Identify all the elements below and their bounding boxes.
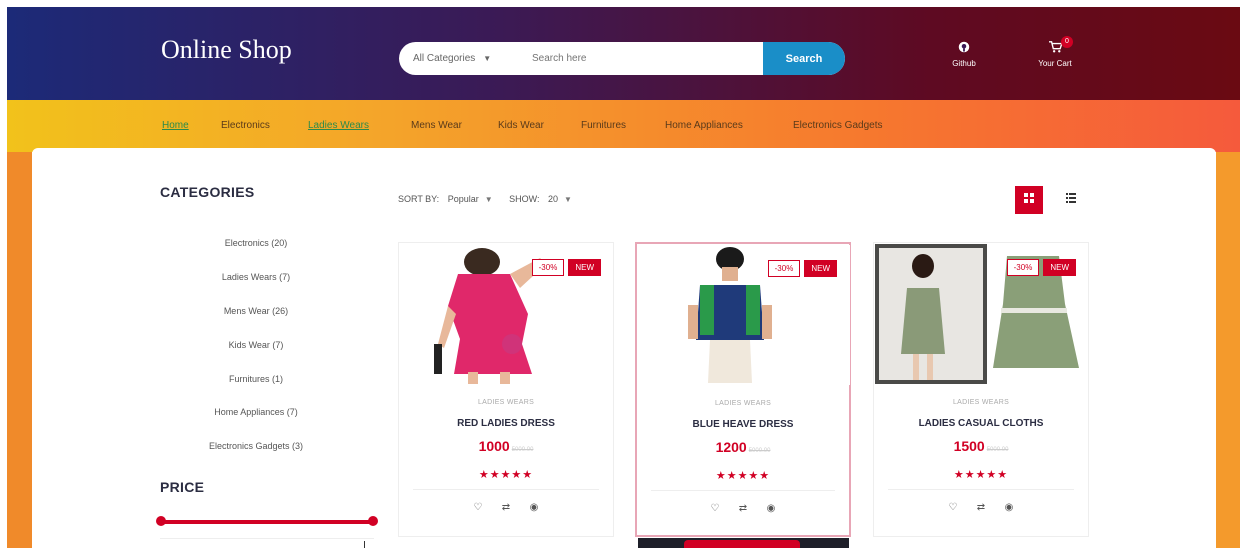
github-link[interactable]: Github [944, 41, 984, 68]
category-item[interactable]: Mens Wear (26) [160, 306, 352, 316]
category-item[interactable]: Electronics Gadgets (3) [160, 441, 352, 451]
chevron-down-icon: ▼ [484, 195, 493, 204]
header: Online Shop All Categories ▼ Search Githu… [7, 7, 1240, 100]
nav-item-electronics[interactable]: Electronics [221, 120, 270, 131]
shopping-cart-icon [1027, 41, 1083, 56]
add-to-cart-button[interactable] [684, 540, 800, 548]
chevron-down-icon: ▼ [564, 195, 572, 204]
divider [413, 489, 599, 490]
nav-item-mens-wear[interactable]: Mens Wear [411, 120, 462, 131]
current-price: 1000 [478, 438, 510, 454]
heart-icon[interactable]: ♡ [701, 503, 729, 514]
github-icon [944, 41, 984, 56]
old-price: 5000.00 [511, 447, 534, 453]
price-input-row [160, 538, 374, 548]
heart-icon[interactable]: ♡ [464, 502, 492, 513]
product-name[interactable]: BLUE HEAVE DRESS [637, 419, 849, 430]
sort-label: SORT BY: [398, 194, 440, 204]
exchange-icon[interactable]: ⇄ [492, 502, 520, 513]
product-rating: ★★★★★ [953, 469, 1009, 481]
brand-logo[interactable]: Online Shop [161, 35, 292, 65]
product-category: LADIES WEARS [952, 399, 1010, 406]
product-actions: ♡ ⇄ ◉ [637, 503, 849, 514]
eye-icon[interactable]: ◉ [757, 503, 785, 514]
add-to-cart-bar [638, 538, 849, 548]
product-actions: ♡ ⇄ ◉ [874, 502, 1088, 513]
page-background-right [1216, 152, 1240, 548]
product-name[interactable]: LADIES CASUAL CLOTHS [874, 418, 1088, 429]
cart-button[interactable]: 0 Your Cart [1027, 36, 1083, 68]
product-labels: -30% NEW [767, 260, 837, 277]
grid-view-button[interactable] [1015, 186, 1043, 214]
list-view-icon [1066, 193, 1076, 206]
cart-count-badge: 0 [1061, 36, 1073, 48]
exchange-icon[interactable]: ⇄ [967, 502, 995, 513]
nav-item-home[interactable]: Home [162, 120, 189, 131]
price-slider-track[interactable] [160, 520, 374, 524]
github-label: Github [952, 59, 976, 68]
new-label: NEW [568, 259, 601, 276]
sale-label: -30% [767, 260, 801, 277]
exchange-icon[interactable]: ⇄ [729, 503, 757, 514]
category-select-value: All Categories [413, 53, 476, 64]
category-item[interactable]: Furnitures (1) [160, 374, 352, 384]
product-price: 1200 5000.00 [637, 439, 849, 455]
product-price: 1500 5000.00 [874, 438, 1088, 454]
product-rating: ★★★★★ [715, 470, 771, 482]
product-labels: -30% NEW [1006, 259, 1076, 276]
category-item[interactable]: Electronics (20) [160, 238, 352, 248]
current-price: 1500 [953, 438, 985, 454]
product-price: 1000 5000.00 [399, 438, 613, 454]
nav-item-furnitures[interactable]: Furnitures [581, 120, 626, 131]
nav-item-ladies-wears[interactable]: Ladies Wears [308, 120, 369, 131]
product-actions: ♡ ⇄ ◉ [399, 502, 613, 513]
product-labels: -30% NEW [531, 259, 601, 276]
product-category: LADIES WEARS [477, 399, 535, 406]
price-input-divider [364, 541, 365, 548]
chevron-down-icon: ▼ [483, 54, 492, 63]
nav-item-kids-wear[interactable]: Kids Wear [498, 120, 544, 131]
search-bar: All Categories ▼ Search [399, 42, 845, 75]
eye-icon[interactable]: ◉ [995, 502, 1023, 513]
search-button[interactable]: Search [763, 42, 845, 75]
cart-label: Your Cart [1038, 59, 1072, 68]
nav-item-electronics-gadgets[interactable]: Electronics Gadgets [793, 120, 883, 131]
product-category: LADIES WEARS [714, 400, 772, 407]
show-select[interactable]: 20 [548, 194, 558, 204]
price-title: PRICE [160, 479, 205, 495]
category-select[interactable]: All Categories ▼ [413, 42, 491, 75]
list-view-button[interactable] [1057, 186, 1085, 214]
current-price: 1200 [715, 439, 747, 455]
search-input[interactable] [532, 49, 752, 68]
old-price: 5000.00 [748, 448, 771, 454]
heart-icon[interactable]: ♡ [939, 502, 967, 513]
category-item[interactable]: Kids Wear (7) [160, 340, 352, 350]
product-card[interactable]: -30% NEW LADIES WEARS BLUE HEAVE DRESS 12… [635, 242, 851, 537]
show-label: SHOW: [509, 194, 540, 204]
product-name[interactable]: RED LADIES DRESS [399, 418, 613, 429]
main-navigation: Home Electronics Ladies Wears Mens Wear … [7, 100, 1240, 152]
new-label: NEW [804, 260, 837, 277]
old-price: 5000.00 [986, 447, 1009, 453]
category-item[interactable]: Ladies Wears (7) [160, 272, 352, 282]
sale-label: -30% [531, 259, 565, 276]
category-item[interactable]: Home Appliances (7) [160, 407, 352, 417]
eye-icon[interactable]: ◉ [520, 502, 548, 513]
categories-title: CATEGORIES [160, 184, 255, 200]
sort-select[interactable]: Popular [448, 194, 479, 204]
nav-item-home-appliances[interactable]: Home Appliances [665, 120, 743, 131]
sale-label: -30% [1006, 259, 1040, 276]
divider [888, 489, 1074, 490]
new-label: NEW [1043, 259, 1076, 276]
price-slider-max-handle[interactable] [368, 516, 378, 526]
price-slider-min-handle[interactable] [156, 516, 166, 526]
product-rating: ★★★★★ [478, 469, 534, 481]
grid-view-icon [1024, 193, 1034, 206]
store-sort-bar: SORT BY: Popular ▼ SHOW: 20 ▼ [398, 194, 586, 204]
page-background-left [7, 152, 32, 548]
product-card[interactable]: -30% NEW LADIES WEARS RED LADIES DRESS 10… [398, 242, 614, 537]
divider [651, 490, 835, 491]
product-card[interactable]: -30% NEW LADIES WEARS LADIES CASUAL CLOTH… [873, 242, 1089, 537]
